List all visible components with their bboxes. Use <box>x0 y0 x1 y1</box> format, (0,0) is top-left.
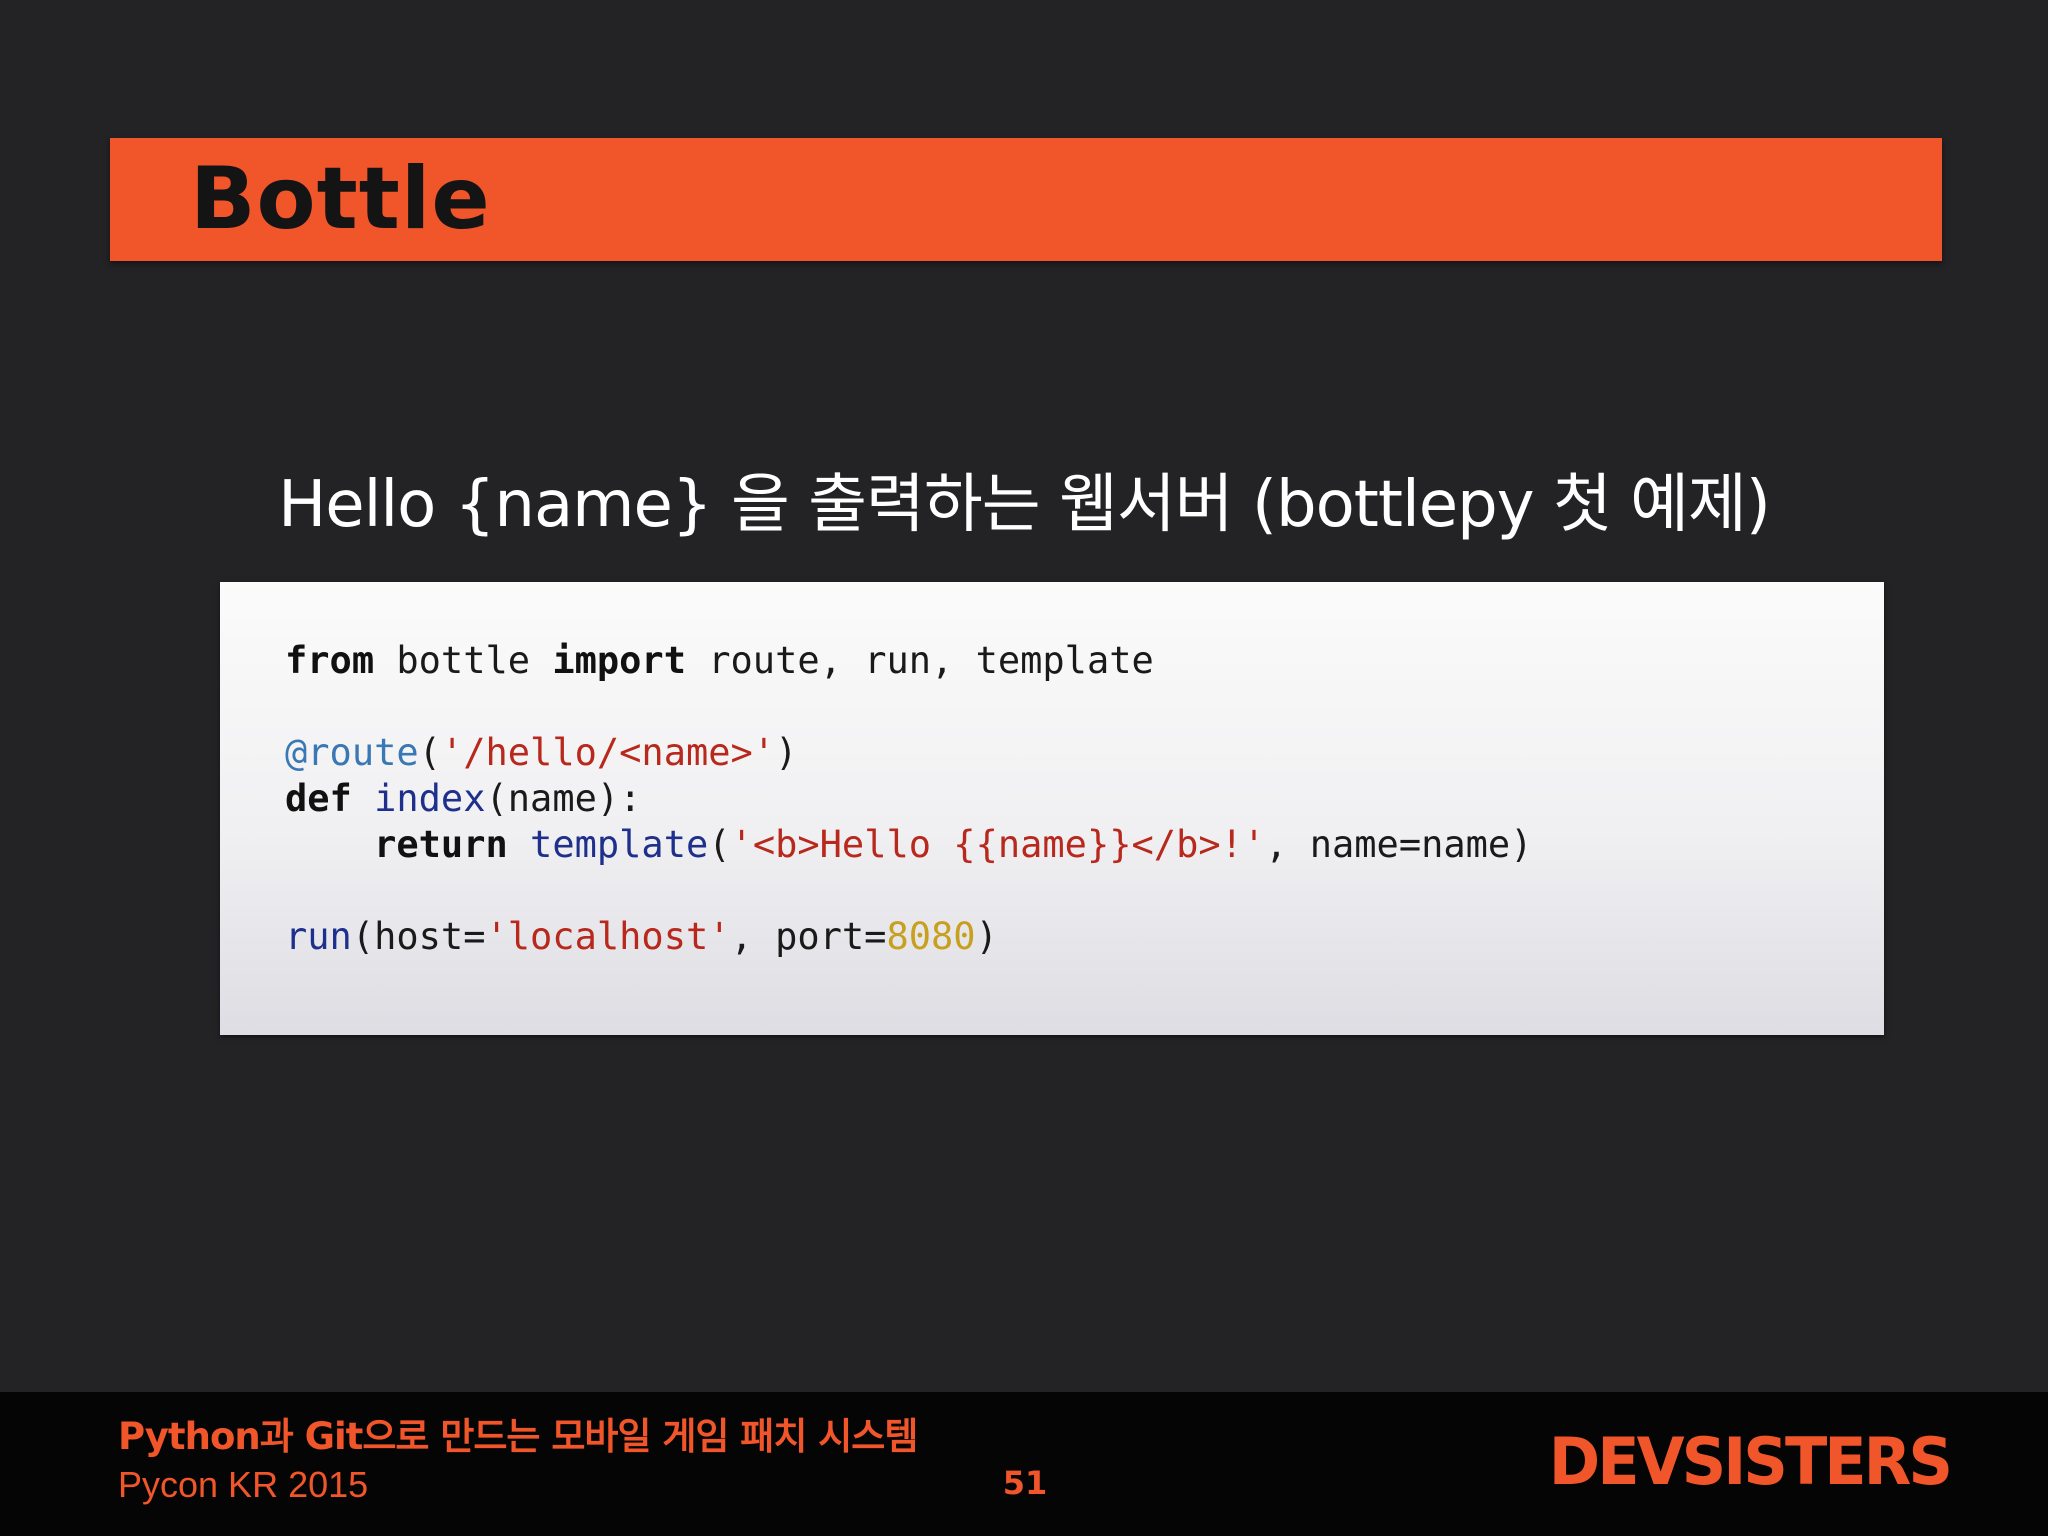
slide-title: Bottle <box>190 149 491 249</box>
code-token: (name): <box>485 777 642 820</box>
code-token: route, run, template <box>685 639 1154 682</box>
code-token: index <box>374 777 486 820</box>
code-block: from bottle import route, run, template … <box>220 582 1884 1035</box>
code-token: return <box>374 823 508 866</box>
title-bar: Bottle <box>110 138 1942 261</box>
talk-title: Python과 Git으로 만드는 모바일 게임 패치 시스템 <box>118 1415 918 1458</box>
code-token: import <box>552 639 686 682</box>
code-token: , name=name) <box>1265 823 1533 866</box>
slide-subtitle: Hello {name} 을 출력하는 웹서버 (bottlepy 첫 예제) <box>278 468 1771 542</box>
code-token: ( <box>418 731 441 774</box>
code-token: , port= <box>730 915 887 958</box>
code-line-5: return template('<b>Hello {{name}}</b>!'… <box>285 823 1532 866</box>
slide: Bottle Hello {name} 을 출력하는 웹서버 (bottlepy… <box>0 0 2048 1536</box>
footer: Python과 Git으로 만드는 모바일 게임 패치 시스템 Pycon KR… <box>0 1392 2048 1536</box>
event-name: Pycon KR 2015 <box>118 1464 369 1505</box>
code-line-1: from bottle import route, run, template <box>285 639 1154 682</box>
code-token: bottle <box>374 639 553 682</box>
code-token: ) <box>775 731 798 774</box>
code-line-7: run(host='localhost', port=8080) <box>285 915 998 958</box>
code-token: ) <box>975 915 998 958</box>
code-token: '/hello/<name>' <box>440 731 776 774</box>
code-token: from <box>285 639 375 682</box>
code-token: (host= <box>351 915 486 958</box>
code-token: def <box>285 777 352 820</box>
code-token: 'localhost' <box>485 915 731 958</box>
code-token: '<b>Hello {{name}}</b>!' <box>730 823 1266 866</box>
code-token: template <box>530 823 709 866</box>
code-line-4: def index(name): <box>285 777 641 820</box>
code-listing: from bottle import route, run, template … <box>285 638 1532 960</box>
code-line-3: @route('/hello/<name>') <box>285 731 797 774</box>
company-logo: DEVSISTERS <box>1548 1423 1953 1500</box>
code-token: 8080 <box>886 915 976 958</box>
code-token: @route <box>285 731 419 774</box>
page-number: 51 <box>1002 1464 1048 1502</box>
code-token: ( <box>708 823 731 866</box>
code-token: run <box>285 915 352 958</box>
